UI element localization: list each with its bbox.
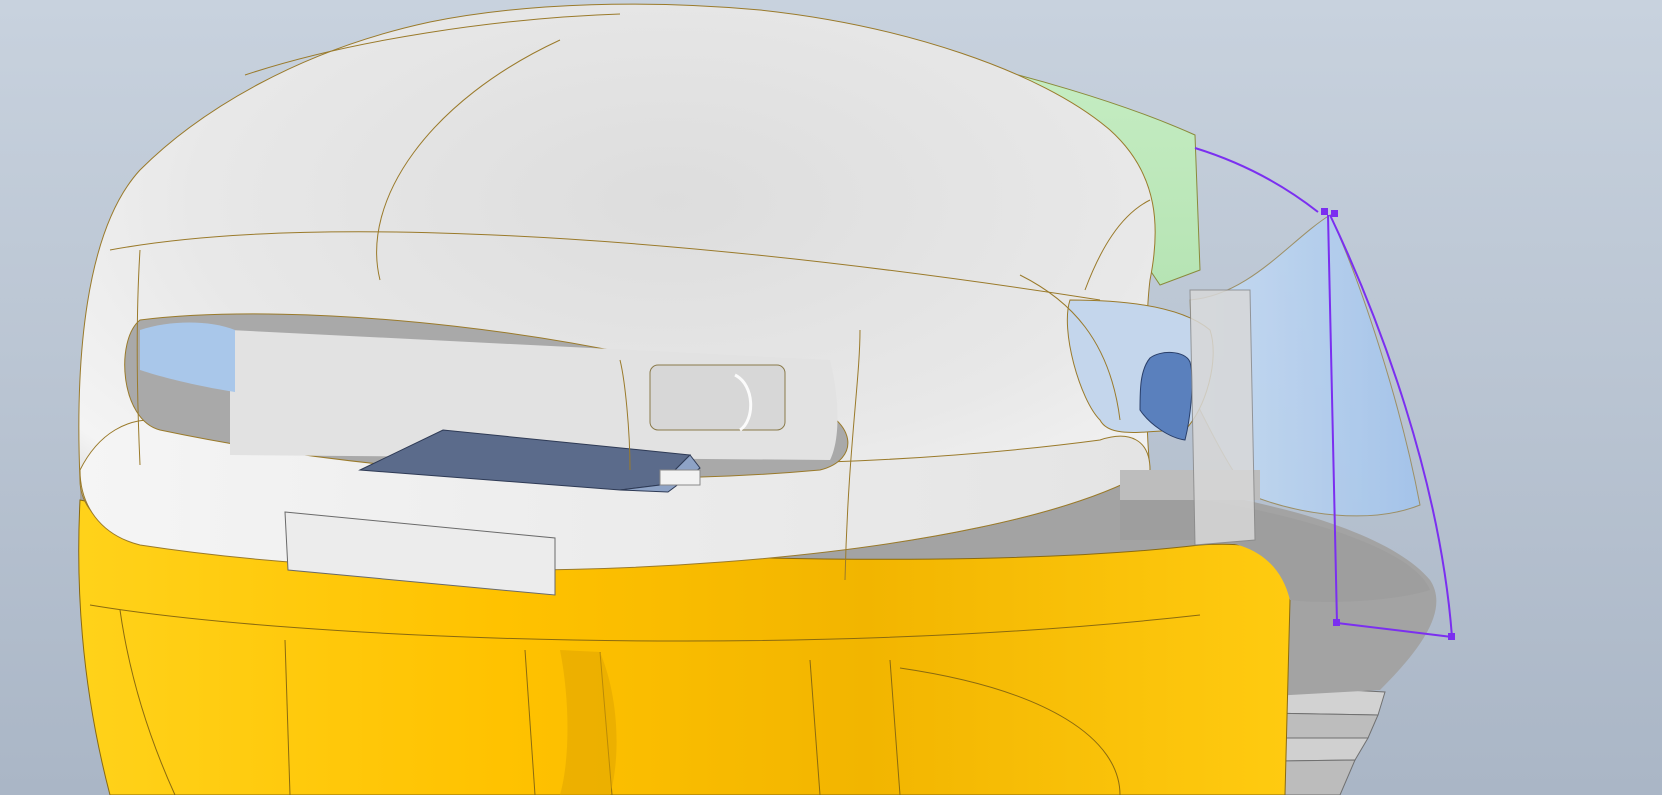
white-tab	[659, 469, 701, 486]
model-canvas[interactable]	[0, 0, 1662, 795]
sketch-point-top-right	[1331, 210, 1338, 217]
inner-recess	[649, 364, 786, 431]
sketch-point-bottom-right	[1448, 633, 1455, 640]
sketch-point-top-left	[1321, 208, 1328, 215]
cad-3d-viewport[interactable]	[0, 0, 1662, 795]
sketch-point-bottom-left	[1333, 619, 1340, 626]
right-post	[1189, 289, 1256, 546]
